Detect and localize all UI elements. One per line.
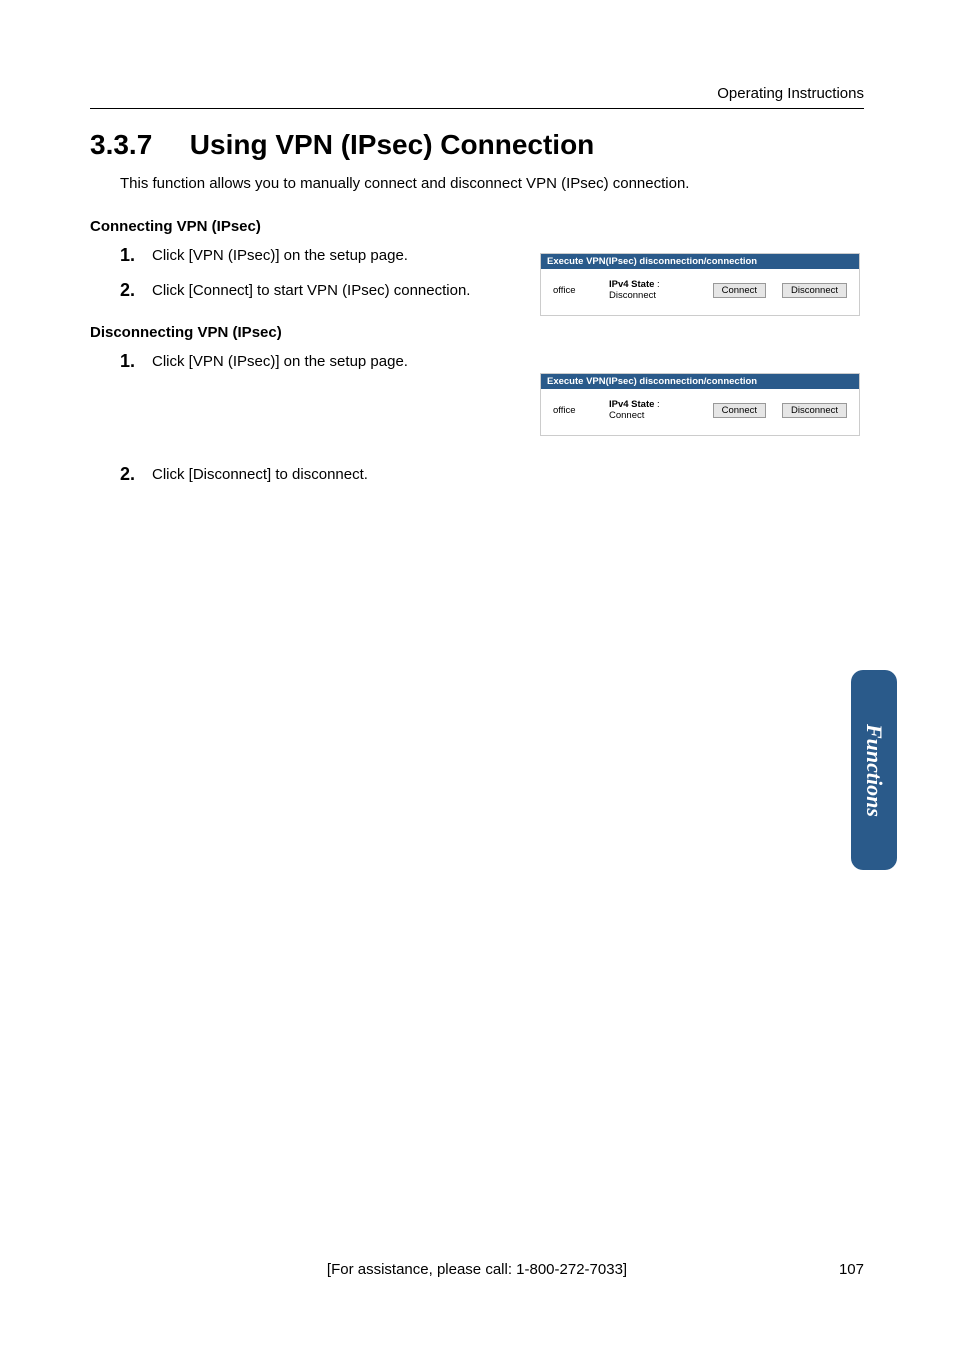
panel1-state: IPv4 State : Disconnect (609, 279, 697, 301)
panel2-connect-button[interactable]: Connect (713, 403, 766, 418)
panel2-disconnect-button[interactable]: Disconnect (782, 403, 847, 418)
connecting-step-2: Click [Connect] to start VPN (IPsec) con… (120, 280, 520, 301)
panel2-state-label: IPv4 State (609, 399, 654, 410)
header-right: Operating Instructions (90, 85, 864, 102)
disconnecting-step-1: Click [VPN (IPsec)] on the setup page. (120, 351, 520, 372)
panel1-connect-button[interactable]: Connect (713, 283, 766, 298)
page-number: 107 (839, 1261, 864, 1278)
panel2-state-value: Connect (609, 410, 644, 421)
panel2-row: office IPv4 State : Connect Connect Disc… (541, 389, 859, 435)
section-title: 3.3.7 Using VPN (IPsec) Connection (90, 129, 864, 161)
disconnecting-heading: Disconnecting VPN (IPsec) (90, 324, 864, 341)
section-heading-text: Using VPN (IPsec) Connection (190, 129, 595, 160)
footer-assist: [For assistance, please call: 1-800-272-… (0, 1261, 954, 1278)
panel2-office-label: office (553, 405, 593, 416)
connecting-step-1: Click [VPN (IPsec)] on the setup page. (120, 245, 520, 266)
section-number: 3.3.7 (90, 129, 182, 161)
vpn-panel-disconnected: Execute VPN(IPsec) disconnection/connect… (540, 253, 860, 316)
panel1-state-value: Disconnect (609, 290, 656, 301)
panel1-office-label: office (553, 285, 593, 296)
side-tab-functions: Functions (851, 670, 897, 870)
vpn-panel-connected: Execute VPN(IPsec) disconnection/connect… (540, 373, 860, 436)
side-tab-label: Functions (861, 724, 887, 817)
disconnecting-steps-1: Click [VPN (IPsec)] on the setup page. (90, 351, 520, 372)
panel1-disconnect-button[interactable]: Disconnect (782, 283, 847, 298)
panel2-state: IPv4 State : Connect (609, 399, 697, 421)
disconnecting-step-2: Click [Disconnect] to disconnect. (120, 464, 864, 485)
disconnecting-steps-2: Click [Disconnect] to disconnect. (90, 464, 864, 485)
panel1-state-label: IPv4 State (609, 279, 654, 290)
intro-text: This function allows you to manually con… (120, 175, 864, 192)
panel2-titlebar: Execute VPN(IPsec) disconnection/connect… (541, 374, 859, 389)
panel1-row: office IPv4 State : Disconnect Connect D… (541, 269, 859, 315)
header-rule (90, 108, 864, 109)
connecting-heading: Connecting VPN (IPsec) (90, 218, 864, 235)
connecting-steps: Click [VPN (IPsec)] on the setup page. C… (90, 245, 520, 301)
panel1-titlebar: Execute VPN(IPsec) disconnection/connect… (541, 254, 859, 269)
